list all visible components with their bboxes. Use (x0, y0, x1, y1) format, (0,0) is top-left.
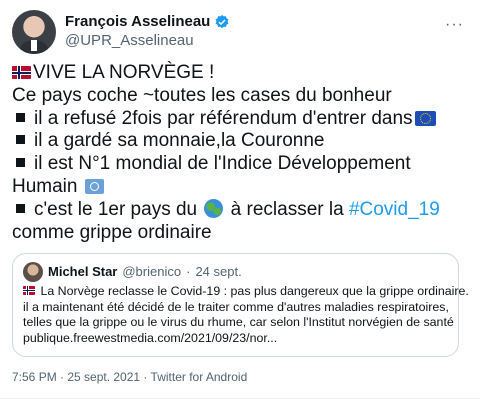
tweet-line-text: comme grippe ordinaire (12, 221, 212, 243)
tweet-line-text: il a refusé 2fois par référendum d'entre… (34, 107, 413, 129)
bullet-icon (16, 112, 25, 122)
quoted-date[interactable]: 24 sept. (195, 264, 241, 280)
tweet-header: François Asselineau @UPR_Asselineau ··· (12, 10, 468, 54)
tweet-line-text: il a gardé sa monnaie,la Couronne (34, 130, 325, 152)
quoted-tweet[interactable]: Michel Star @brienico · 24 sept. La Norv… (12, 253, 469, 357)
tweet-timestamp[interactable]: 7:56 PM · 25 sept. 2021 · Twitter for An… (12, 370, 247, 384)
avatar[interactable] (12, 10, 56, 54)
hashtag-link[interactable]: #Covid_19 (349, 199, 440, 220)
globe-icon (204, 198, 224, 218)
norway-flag-icon (23, 286, 35, 295)
tweet-line: il a gardé sa monnaie,la Couronne (12, 130, 472, 153)
tweet-line: c'est le 1er pays du à reclasser la #Cov… (12, 198, 472, 222)
quoted-avatar[interactable] (23, 262, 43, 282)
divider (0, 398, 480, 399)
tweet-line-text: Ce pays coche ~toutes les cases du bonhe… (12, 84, 392, 106)
tweet-line-text: c'est le 1er pays du (34, 198, 198, 220)
bullet-icon (16, 158, 25, 168)
quoted-author-handle[interactable]: @brienico (122, 264, 181, 280)
un-flag-icon (84, 178, 104, 194)
quoted-author-name[interactable]: Michel Star (48, 264, 117, 280)
author-display-name[interactable]: François Asselineau (65, 12, 210, 31)
tweet-line: il a refusé 2fois par référendum d'entre… (12, 108, 472, 131)
quoted-line-text: La Norvège reclasse le Covid-19 : pas pl… (40, 284, 469, 298)
author-handle[interactable]: @UPR_Asselineau (65, 31, 230, 50)
more-options-icon[interactable]: ··· (445, 16, 464, 34)
author-name-row[interactable]: François Asselineau (65, 12, 230, 31)
bullet-icon (16, 203, 25, 213)
tweet-line-text: Humain (12, 175, 78, 197)
bullet-icon (16, 135, 25, 145)
verified-badge-icon (215, 14, 229, 28)
tweet-text: VIVE LA NORVÈGE ! Ce pays coche ~toutes … (12, 62, 472, 244)
tweet-line: il est N°1 mondial de l'Indice Développe… (12, 153, 472, 176)
tweet-line-text: VIVE LA NORVÈGE ! (33, 62, 215, 83)
quoted-line: publique.freewestmedia.com/2021/09/23/no… (23, 330, 278, 345)
author-info: François Asselineau @UPR_Asselineau (65, 12, 230, 50)
eu-flag-icon (414, 110, 436, 126)
tweet-line: VIVE LA NORVÈGE ! (12, 62, 472, 85)
tweet-line-text: à reclasser la (230, 198, 344, 220)
tweet-line: comme grippe ordinaire (12, 222, 472, 245)
quoted-separator: · (186, 264, 191, 279)
tweet-line: Ce pays coche ~toutes les cases du bonhe… (12, 85, 472, 108)
tweet-line-text: il est N°1 mondial de l'Indice Développe… (34, 153, 411, 175)
quoted-tweet-header: Michel Star @brienico · 24 sept. (23, 262, 242, 282)
tweet-line: Humain (12, 176, 472, 199)
norway-flag-icon (12, 66, 31, 79)
quoted-line: telles que la grippe ou le virus du rhum… (23, 315, 454, 329)
quoted-tweet-text: La Norvège reclasse le Covid-19 : pas pl… (23, 284, 469, 346)
quoted-line: La Norvège reclasse le Covid-19 : pas pl… (23, 284, 469, 300)
quoted-line: il a maintenant été décidé de le traiter… (23, 299, 449, 314)
